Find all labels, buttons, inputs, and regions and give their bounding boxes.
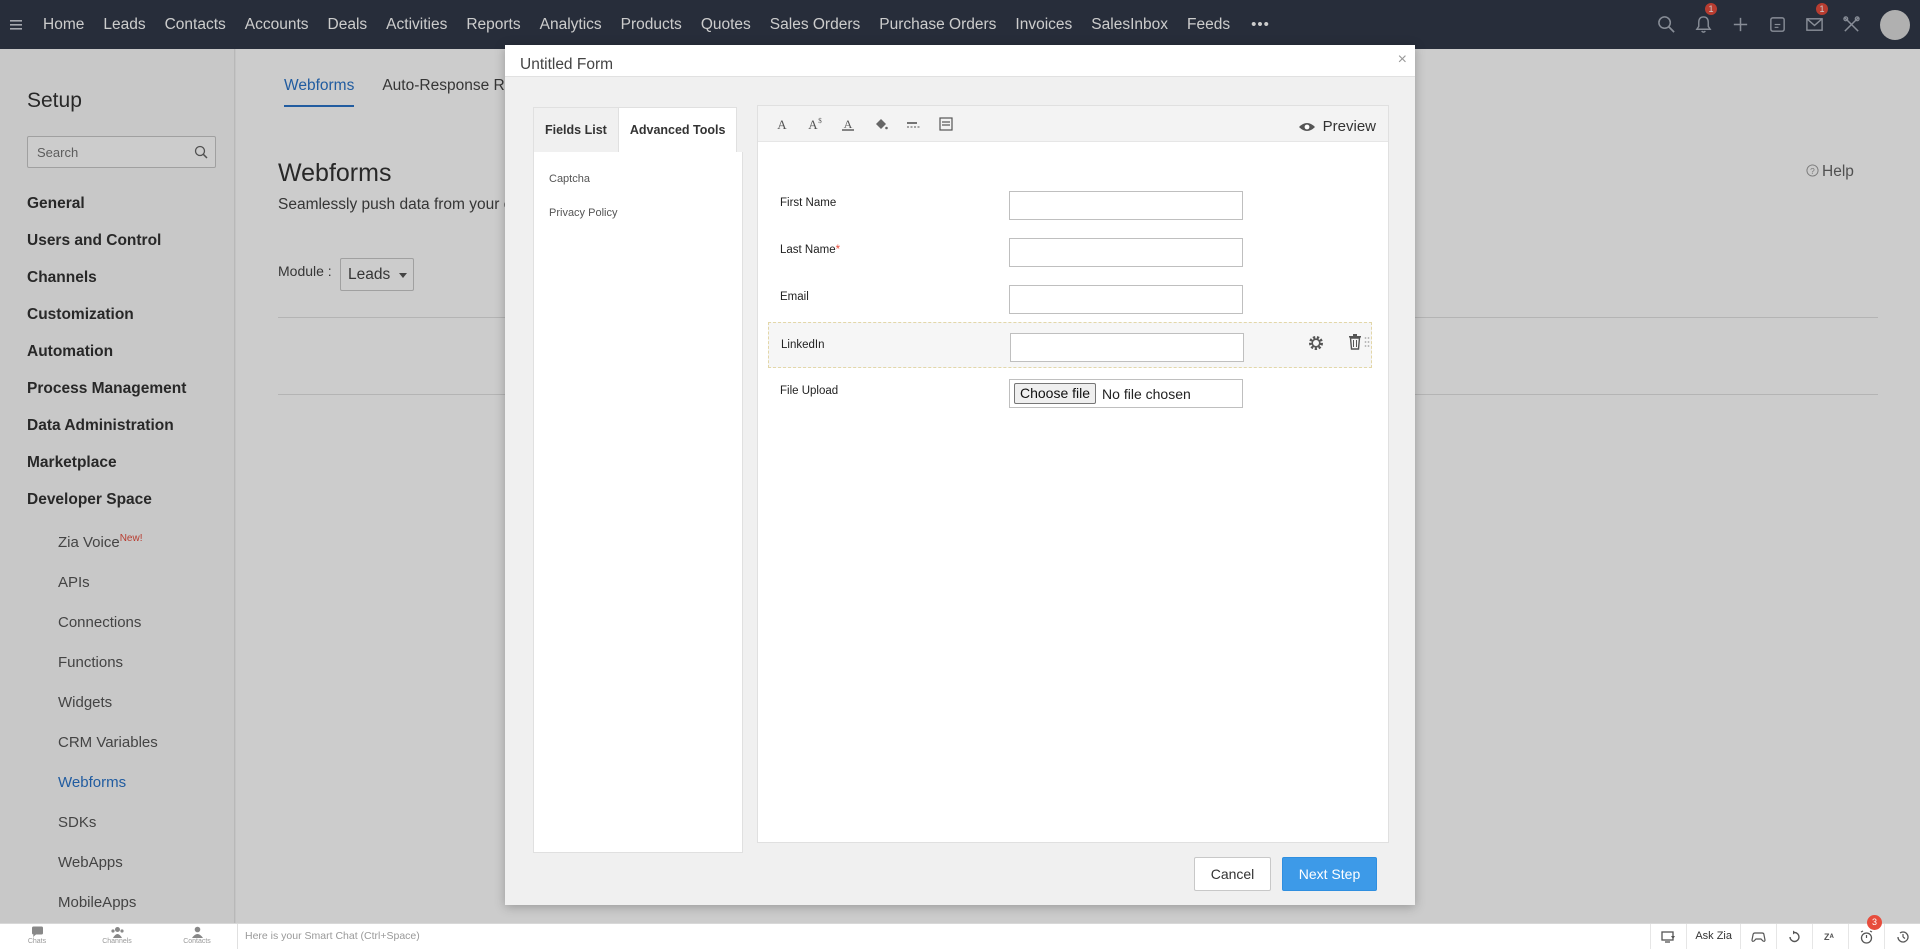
field-label: First Name [780,197,837,209]
font-family-icon[interactable]: A [772,114,792,134]
form-field-linkedin[interactable]: LinkedIn [768,322,1372,368]
form-field-last-name[interactable]: Last Name* [768,228,1372,274]
required-mark: * [835,244,841,256]
file-status: No file chosen [1102,385,1191,402]
bottom-contacts[interactable]: Contacts [177,926,217,945]
cancel-button[interactable]: Cancel [1194,857,1271,891]
format-toolbar: A A $ A Preview [758,106,1388,142]
trash-icon[interactable] [1348,334,1362,350]
field-label: Last Name* [780,244,840,256]
linkedin-input[interactable] [1010,333,1244,362]
form-canvas: A A $ A Preview First Name Last Name* Em… [757,105,1389,843]
form-field-file-upload[interactable]: File Upload Choose file No file chosen [768,369,1372,415]
tab-fields-list[interactable]: Fields List [533,107,618,152]
next-step-button[interactable]: Next Step [1282,857,1377,891]
channels-icon [110,927,124,938]
field-label: File Upload [780,385,839,397]
svg-text:A: A [844,117,853,131]
tools-panel: Fields List Advanced Tools Captcha Priva… [533,107,743,853]
form-field-email[interactable]: Email [768,275,1372,321]
close-icon[interactable]: × [1398,51,1407,69]
tab-advanced-tools[interactable]: Advanced Tools [617,107,738,152]
webform-editor-modal: Untitled Form × Fields List Advanced Too… [505,45,1415,905]
translate-icon[interactable]: Zᴬ [1812,924,1848,949]
refresh-icon[interactable] [1776,924,1812,949]
preview-label: Preview [1322,118,1376,135]
chat-bubble-icon [31,926,43,937]
fill-color-icon[interactable] [871,114,891,134]
tool-captcha[interactable]: Captcha [534,162,742,196]
screen-share-icon[interactable] [1650,924,1686,949]
svg-text:$: $ [818,117,822,125]
modal-title[interactable]: Untitled Form [520,56,613,74]
bottom-label: Chats [27,938,47,945]
bottom-label: Contacts [183,938,211,945]
advanced-tools-list: Captcha Privacy Policy [533,152,743,853]
drag-handle-icon[interactable] [1364,336,1370,348]
history-icon[interactable] [1884,924,1920,949]
contact-icon [191,926,203,938]
last-name-input[interactable] [1009,238,1243,267]
first-name-input[interactable] [1009,191,1243,220]
font-color-icon[interactable]: A [838,114,858,134]
ask-zia-button[interactable]: Ask Zia [1686,924,1740,949]
smart-chat-input[interactable]: Here is your Smart Chat (Ctrl+Space) [237,924,1607,949]
eye-icon [1298,122,1315,131]
field-label-text: Last Name [780,244,836,256]
bottom-bar: Chats Channels Contacts Here is your Sma… [0,915,1920,949]
choose-file-button[interactable]: Choose file [1014,383,1097,404]
modal-header: Untitled Form × [505,45,1415,77]
bottom-channels[interactable]: Channels [97,926,137,945]
field-label: Email [780,291,809,303]
border-style-icon[interactable] [904,114,924,134]
bottom-chats[interactable]: Chats [17,926,57,945]
gamepad-icon[interactable] [1740,924,1776,949]
font-size-icon[interactable]: A $ [805,114,825,134]
form-field-first-name[interactable]: First Name [768,181,1372,227]
gear-icon[interactable] [1307,334,1325,352]
file-upload-input[interactable]: Choose file No file chosen [1009,379,1243,408]
svg-text:A: A [777,117,787,131]
svg-text:A: A [808,117,818,131]
layout-icon[interactable] [936,114,956,134]
alarm-icon[interactable]: 3 [1848,915,1884,949]
svg-text:Zᴬ: Zᴬ [1824,932,1834,942]
email-input[interactable] [1009,285,1243,314]
reminder-badge: 3 [1867,915,1882,930]
tool-privacy-policy[interactable]: Privacy Policy [534,196,742,230]
bottom-label: Channels [102,938,132,945]
preview-button[interactable]: Preview [1298,118,1376,135]
field-label: LinkedIn [781,339,825,351]
